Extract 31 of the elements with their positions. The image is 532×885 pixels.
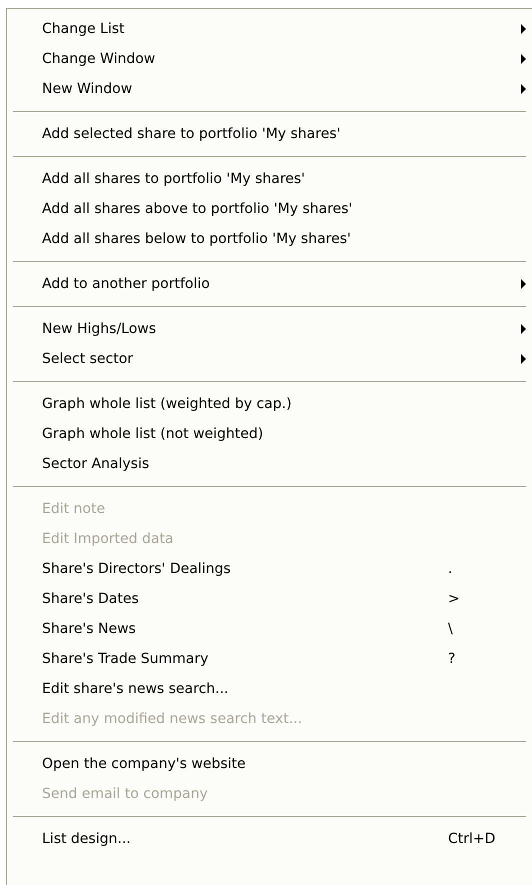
shortcut-label: . [448, 560, 454, 578]
menu-item[interactable]: Add all shares above to portfolio 'My shares' [7, 194, 526, 224]
menu-item[interactable]: Share's Dates > [7, 584, 526, 614]
menu-item[interactable]: Graph whole list (not weighted) [7, 419, 526, 449]
submenu-arrow-icon [521, 84, 526, 94]
menu-item[interactable]: Add all shares to portfolio 'My shares' [7, 164, 526, 194]
menu-item[interactable]: Sector Analysis [7, 449, 526, 479]
menu-item[interactable]: Share's Trade Summary ? [7, 644, 526, 674]
menu-item[interactable]: List design... Ctrl+D [7, 824, 526, 854]
menu-item[interactable]: Share's Directors' Dealings . [7, 554, 526, 584]
menu-item[interactable]: Add to another portfolio [7, 269, 526, 299]
menu-item[interactable]: Add all shares below to portfolio 'My shares' [7, 224, 526, 254]
menu-item[interactable]: New Highs/Lows [7, 314, 526, 344]
submenu-arrow-icon [521, 24, 526, 34]
menu-item[interactable]: Share's News \ [7, 614, 526, 644]
shortcut-label: Ctrl+D [448, 830, 496, 848]
shortcut-label: > [448, 590, 461, 608]
menu-item[interactable]: Change Window [7, 44, 526, 74]
shortcut-label: \ [448, 620, 454, 638]
menu-item[interactable]: Graph whole list (weighted by cap.) [7, 389, 526, 419]
menu-item[interactable]: Change List [7, 14, 526, 44]
menu-item[interactable]: Select sector [7, 344, 526, 374]
submenu-arrow-icon [521, 354, 526, 364]
menu-item[interactable]: Add selected share to portfolio 'My shares' [7, 119, 526, 149]
submenu-arrow-icon [521, 324, 526, 334]
menu-item[interactable]: Open the company's website [7, 749, 526, 779]
submenu-arrow-icon [521, 279, 526, 289]
menu-item[interactable]: Edit share's news search... [7, 674, 526, 704]
submenu-arrow-icon [521, 54, 526, 64]
shortcut-label: ? [448, 650, 456, 668]
menu-item[interactable]: New Window [7, 74, 526, 104]
